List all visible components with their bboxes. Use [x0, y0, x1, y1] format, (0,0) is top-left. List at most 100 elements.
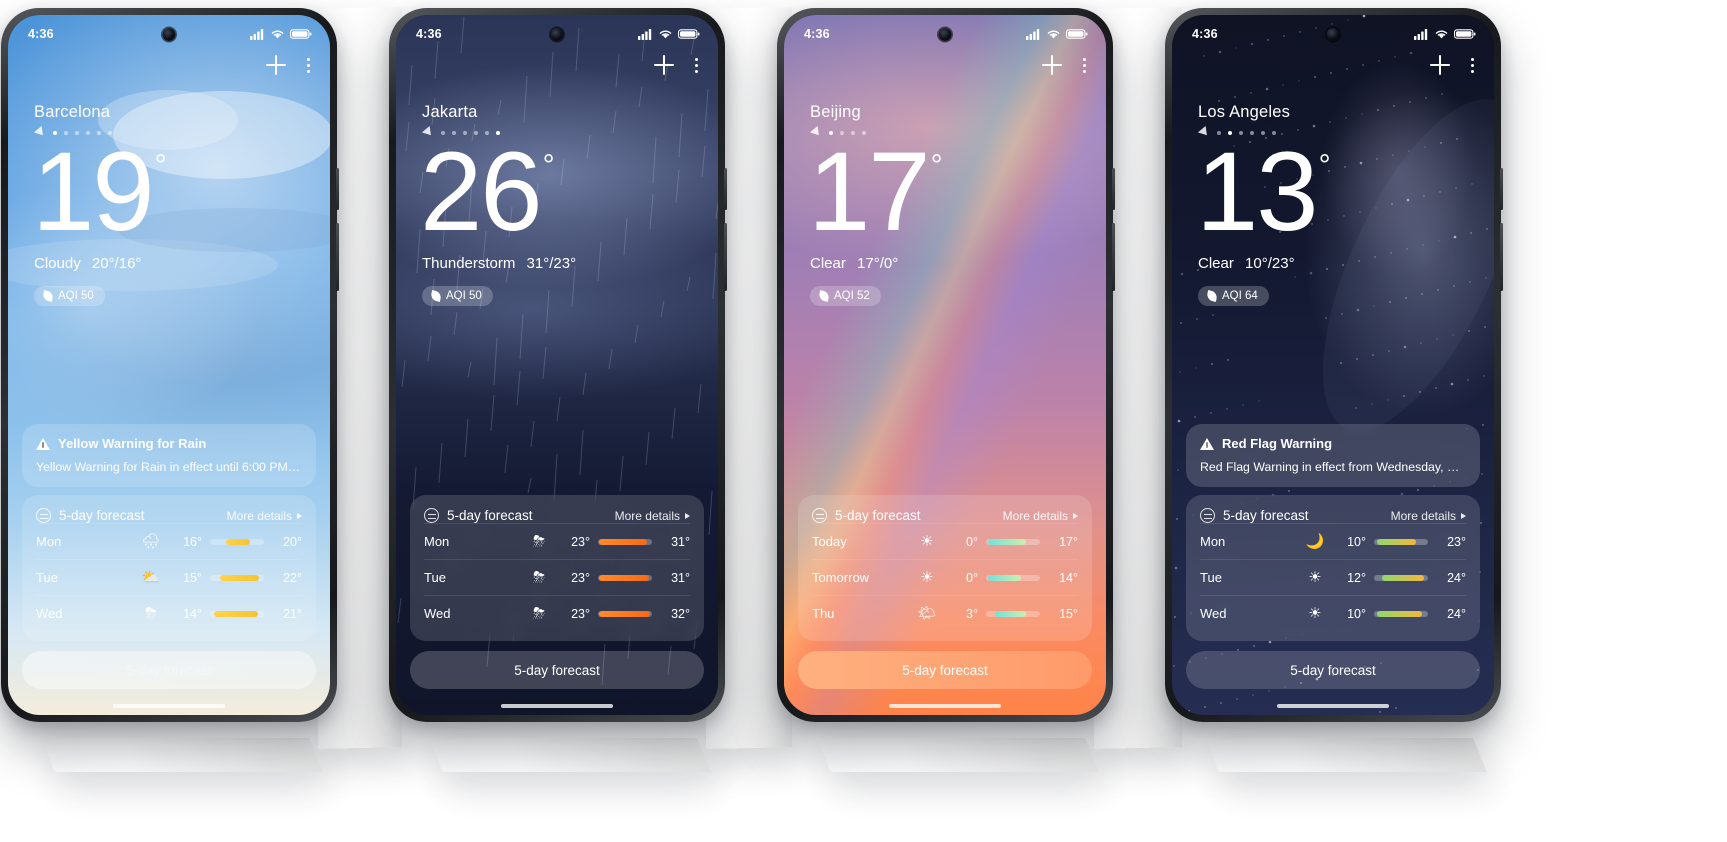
forecast-title-text: 5-day forecast [835, 508, 921, 523]
forecast-row[interactable]: Wed ⛈ 14° 21° [36, 595, 302, 631]
decor-sheet-bottom-1 [41, 738, 323, 772]
more-options-icon[interactable] [694, 57, 698, 73]
forecast-row[interactable]: Mon 🌧 16° 20° [36, 523, 302, 559]
phone-beijing: 4:36 Beijing 17 ° Clear 17°/0° AQI 52 5-… [777, 8, 1115, 722]
forecast-high-temp: 31° [671, 534, 690, 549]
forecast-row[interactable]: Tue ☀ 12° 24° [1200, 559, 1466, 595]
degree-symbol: ° [542, 149, 555, 182]
forecast-row[interactable]: Wed ☀ 10° 24° [1200, 595, 1466, 631]
forecast-low-temp: 23° [571, 606, 590, 621]
forecast-day: Mon [36, 534, 62, 549]
forecast-header: 5-day forecast More details [1200, 508, 1466, 523]
warning-body: Yellow Warning for Rain in effect until … [36, 460, 302, 474]
decor-sheet-bottom-2 [429, 738, 711, 772]
more-details-link[interactable]: More details [1003, 509, 1078, 523]
power-button[interactable] [1500, 168, 1503, 210]
status-time: 4:36 [416, 27, 442, 41]
phone-showcase: 4:36 Barcelona 19 ° Cloudy 20°/16° AQI 5… [0, 0, 1727, 842]
forecast-high-temp: 21° [283, 606, 302, 621]
city-name[interactable]: Jakarta [422, 103, 718, 122]
screen-los-angeles: 4:36 Los Angeles 13 ° Clear 10°/23° AQI … [1172, 15, 1494, 715]
five-day-forecast-button[interactable]: 5-day forecast [1186, 651, 1480, 689]
add-location-icon[interactable] [266, 55, 286, 75]
add-location-icon[interactable] [1430, 55, 1450, 75]
aqi-badge[interactable]: AQI 64 [1198, 286, 1269, 307]
city-name[interactable]: Los Angeles [1198, 103, 1494, 122]
status-icons [638, 28, 700, 40]
five-day-forecast-button[interactable]: 5-day forecast [798, 651, 1092, 689]
power-button[interactable] [336, 168, 339, 210]
volume-button[interactable] [1112, 223, 1115, 291]
more-details-link[interactable]: More details [1391, 509, 1466, 523]
volume-button[interactable] [1500, 223, 1503, 291]
front-camera [550, 28, 564, 41]
weather-warning-card[interactable]: Yellow Warning for Rain Yellow Warning f… [22, 424, 316, 487]
five-day-forecast-button[interactable]: 5-day forecast [410, 651, 704, 689]
add-location-icon[interactable] [1042, 55, 1062, 75]
home-indicator[interactable] [501, 704, 613, 708]
condition-line: Thunderstorm 31°/23° [396, 255, 718, 272]
sun-icon: ☀ [1308, 605, 1322, 622]
aqi-text: AQI 52 [834, 290, 870, 303]
volume-button[interactable] [724, 223, 727, 291]
city-name[interactable]: Beijing [810, 103, 1106, 122]
aqi-badge[interactable]: AQI 52 [810, 286, 881, 307]
city-name[interactable]: Barcelona [34, 103, 330, 122]
front-camera [938, 28, 952, 41]
bottom-cards: Red Flag Warning Red Flag Warning in eff… [1186, 424, 1480, 689]
forecast-low-temp: 14° [183, 606, 202, 621]
forecast-row[interactable]: Mon 🌙 10° 23° [1200, 523, 1466, 559]
screen-barcelona: 4:36 Barcelona 19 ° Cloudy 20°/16° AQI 5… [8, 15, 330, 715]
warning-triangle-icon [36, 437, 50, 450]
temp-range-bar [1374, 538, 1428, 545]
forecast-row[interactable]: Tue ⛅ 15° 22° [36, 559, 302, 595]
forecast-day: Wed [36, 606, 63, 621]
forecast-row[interactable]: Tomorrow ☀ 0° 14° [812, 559, 1078, 595]
bottom-cards: Yellow Warning for Rain Yellow Warning f… [22, 424, 316, 689]
home-indicator[interactable] [889, 704, 1001, 708]
more-details-link[interactable]: More details [227, 509, 302, 523]
aqi-text: AQI 64 [1222, 290, 1258, 303]
volume-button[interactable] [336, 223, 339, 291]
forecast-low-temp: 0° [966, 570, 978, 585]
current-temperature: 19 ° [8, 134, 330, 249]
calendar-icon [424, 508, 439, 523]
add-location-icon[interactable] [654, 55, 674, 75]
temperature-value: 26 [420, 129, 543, 254]
home-indicator[interactable] [1277, 704, 1389, 708]
condition-line: Clear 17°/0° [784, 255, 1106, 272]
temp-range-bar [210, 574, 264, 581]
forecast-row[interactable]: Mon ⛈ 23° 31° [424, 523, 690, 559]
screen-jakarta: 4:36 Jakarta 26 ° Thunderstorm 31°/23° A… [396, 15, 718, 715]
weather-warning-card[interactable]: Red Flag Warning Red Flag Warning in eff… [1186, 424, 1480, 487]
more-details-link[interactable]: More details [615, 509, 690, 523]
warning-title: Yellow Warning for Rain [58, 436, 207, 451]
forecast-day: Mon [1200, 534, 1226, 549]
partly-sunny-icon: ⛅ [141, 569, 161, 586]
temp-range-bar [598, 538, 652, 545]
power-button[interactable] [724, 168, 727, 210]
decor-sheet-bottom-3 [817, 738, 1099, 772]
aqi-badge[interactable]: AQI 50 [34, 286, 105, 307]
wifi-icon [271, 30, 284, 39]
forecast-day: Today [812, 534, 847, 549]
forecast-row[interactable]: Thu 🌤 3° 15° [812, 595, 1078, 631]
forecast-high-temp: 24° [1447, 570, 1466, 585]
power-button[interactable] [1112, 168, 1115, 210]
aqi-badge[interactable]: AQI 50 [422, 286, 493, 307]
current-temperature: 26 ° [396, 129, 718, 254]
home-indicator[interactable] [113, 704, 225, 708]
forecast-card: 5-day forecast More details Mon 🌧 16° 20… [22, 495, 316, 641]
forecast-row[interactable]: Today ☀ 0° 17° [812, 523, 1078, 559]
signal-bars-icon [638, 29, 652, 40]
temp-range-bar [986, 574, 1040, 581]
forecast-row[interactable]: Tue ⛈ 23° 31° [424, 559, 690, 595]
forecast-high-temp: 24° [1447, 606, 1466, 621]
more-options-icon[interactable] [306, 57, 310, 73]
forecast-low-temp: 16° [183, 534, 202, 549]
battery-icon [290, 29, 312, 39]
five-day-forecast-button[interactable]: 5-day forecast [22, 651, 316, 689]
more-options-icon[interactable] [1470, 57, 1474, 73]
more-options-icon[interactable] [1082, 57, 1086, 73]
forecast-row[interactable]: Wed ⛈ 23° 32° [424, 595, 690, 631]
